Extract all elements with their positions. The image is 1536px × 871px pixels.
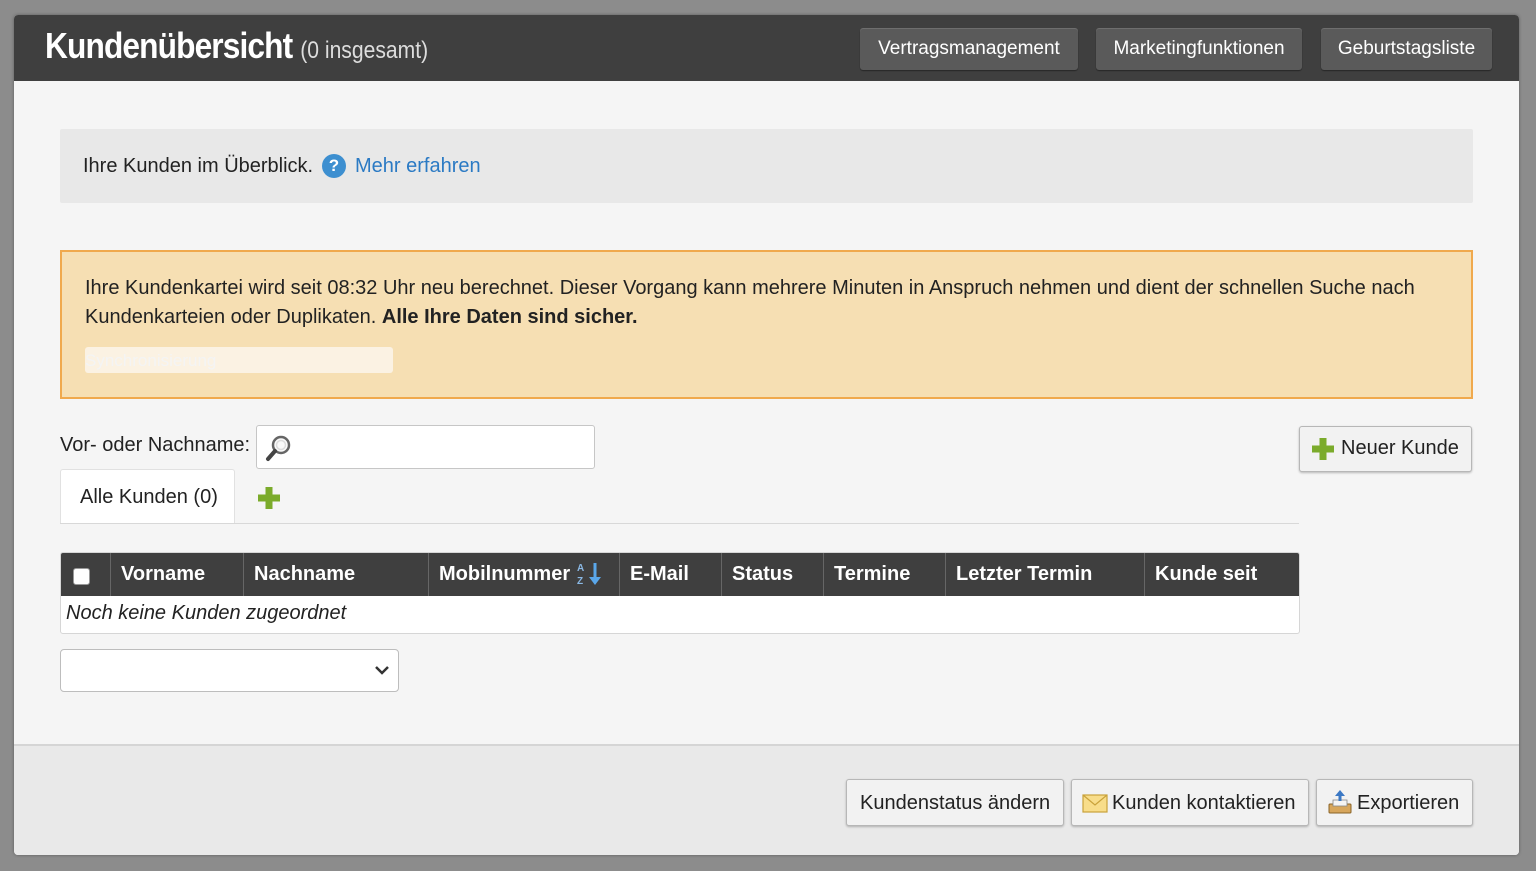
add-tab-plus-icon[interactable]	[257, 486, 281, 515]
help-icon[interactable]: ?	[322, 154, 346, 178]
export-button[interactable]: Exportieren	[1316, 779, 1473, 826]
notice-text: Ihre Kundenkartei wird seit 08:32 Uhr ne…	[85, 274, 1455, 332]
header-bar: Kundenübersicht (0 insgesamt) Vertragsma…	[14, 15, 1519, 81]
search-icon	[265, 433, 295, 468]
contact-customers-button[interactable]: Kunden kontaktieren	[1071, 779, 1309, 826]
column-header-kunde-seit[interactable]: Kunde seit	[1144, 553, 1299, 596]
tab-divider	[60, 523, 1299, 524]
contact-customers-label: Kunden kontaktieren	[1112, 792, 1296, 814]
footer-bar: Kundenstatus ändern Kunden kontaktieren	[14, 744, 1519, 855]
learn-more-link[interactable]: Mehr erfahren	[355, 155, 481, 178]
customer-table: Vorname Nachname A Z Mobilnummer E-Mail …	[60, 552, 1300, 634]
plus-icon	[1311, 437, 1335, 467]
birthday-list-button[interactable]: Geburtstagsliste	[1321, 28, 1492, 70]
column-header-email[interactable]: E-Mail	[619, 553, 721, 596]
info-text: Ihre Kunden im Überblick.	[83, 155, 314, 177]
column-header-termine[interactable]: Termine	[823, 553, 945, 596]
change-customer-status-button[interactable]: Kundenstatus ändern	[846, 779, 1064, 826]
customer-overview-window: Kundenübersicht (0 insgesamt) Vertragsma…	[14, 15, 1519, 855]
tab-all-customers[interactable]: Alle Kunden (0)	[60, 469, 235, 524]
notice-bold-message: Alle Ihre Daten sind sicher.	[381, 306, 638, 328]
notice-message: Ihre Kundenkartei wird seit 08:32 Uhr ne…	[85, 277, 1415, 328]
column-header-status[interactable]: Status	[721, 553, 823, 596]
search-input[interactable]	[256, 425, 595, 469]
page-title: Kundenübersicht (0 insgesamt)	[45, 25, 428, 67]
select-all-checkbox[interactable]	[73, 568, 90, 585]
page-title-text: Kundenübersicht	[45, 25, 293, 66]
search-label: Vor- oder Nachname:	[60, 434, 251, 456]
tab-label: Alle Kunden (0)	[80, 486, 218, 508]
recalculation-notice: Ihre Kundenkartei wird seit 08:32 Uhr ne…	[60, 250, 1473, 399]
chevron-down-icon	[374, 663, 390, 682]
envelope-icon	[1082, 792, 1108, 820]
sync-progress-label: Synchronisierung	[85, 351, 217, 370]
column-header-vorname[interactable]: Vorname	[110, 553, 243, 596]
bulk-action-select[interactable]	[60, 649, 399, 692]
export-label: Exportieren	[1357, 792, 1460, 814]
contract-management-button[interactable]: Vertragsmanagement	[860, 28, 1078, 70]
sync-progress-bar: Synchronisierung	[85, 347, 393, 373]
empty-table-message: Noch keine Kunden zugeordnet	[66, 602, 347, 624]
column-header-mobilnummer[interactable]: Mobilnummer	[428, 553, 619, 596]
info-box: Ihre Kunden im Überblick. ? Mehr erfahre…	[60, 129, 1473, 203]
column-header-nachname[interactable]: Nachname A Z	[243, 553, 601, 596]
change-status-label: Kundenstatus ändern	[860, 792, 1051, 814]
customer-count: (0 insgesamt)	[300, 37, 429, 64]
export-icon	[1327, 790, 1353, 822]
new-customer-button[interactable]: Neuer Kunde	[1299, 426, 1472, 472]
column-header-letzter-termin[interactable]: Letzter Termin	[945, 553, 1144, 596]
marketing-functions-button[interactable]: Marketingfunktionen	[1096, 28, 1302, 70]
select-all-cell	[61, 553, 110, 596]
table-header: Vorname Nachname A Z Mobilnummer E-Mail …	[61, 553, 1299, 596]
new-customer-label: Neuer Kunde	[1341, 437, 1459, 459]
column-header-nachname-label: Nachname	[254, 563, 356, 585]
